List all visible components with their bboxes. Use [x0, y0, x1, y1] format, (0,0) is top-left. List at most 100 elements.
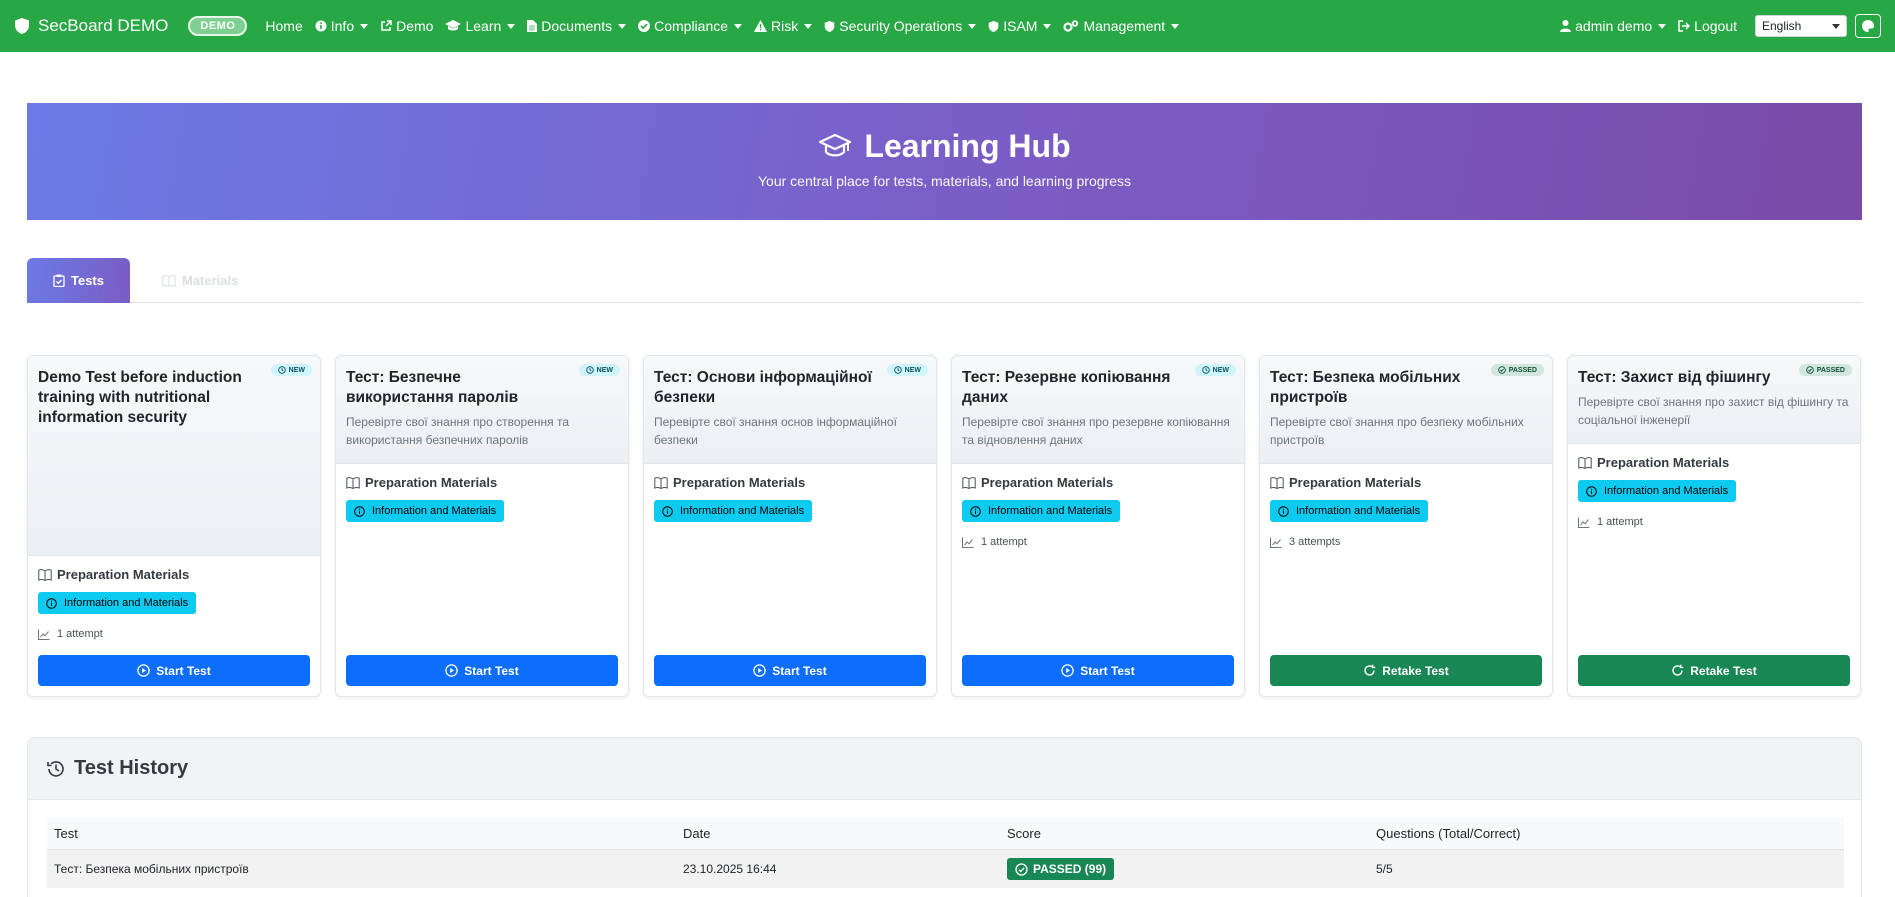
nav-documents[interactable]: Documents	[527, 18, 627, 34]
graduation-cap-icon	[445, 20, 462, 31]
chevron-down-icon	[507, 23, 516, 29]
information-materials-button[interactable]: Information and Materials	[346, 500, 505, 522]
information-materials-label: Information and Materials	[988, 505, 1113, 517]
language-select[interactable]: English	[1755, 15, 1847, 37]
status-badge-text: NEW	[288, 366, 305, 374]
nav-info[interactable]: Info	[315, 18, 369, 34]
information-materials-label: Information and Materials	[680, 505, 805, 517]
attempts-count: 1 attempt	[1578, 516, 1850, 528]
start-test-button[interactable]: Start Test	[962, 655, 1234, 686]
clock-icon	[1201, 366, 1210, 374]
nav-security-operations-label: Security Operations	[839, 18, 963, 34]
table-row: Тест: Безпека мобільних пристроїв 23.10.…	[47, 850, 1844, 888]
status-badge-text: NEW	[596, 366, 613, 374]
test-history-header: Test History	[28, 738, 1861, 800]
test-card: NEW Demo Test before induction training w…	[27, 355, 321, 697]
cogs-icon	[1063, 20, 1079, 32]
nav-home[interactable]: Home	[265, 18, 302, 34]
action-button-label: Start Test	[1080, 663, 1135, 678]
tab-materials[interactable]: Materials	[162, 258, 238, 303]
nav-compliance-label: Compliance	[654, 18, 729, 34]
preparation-materials-label: Preparation Materials	[673, 475, 806, 490]
cell-score: PASSED (99)	[1007, 858, 1115, 880]
test-history-table: Test Date Score Questions (Total/Correct…	[47, 818, 1844, 888]
preparation-materials-label: Preparation Materials	[365, 475, 498, 490]
information-materials-button[interactable]: Information and Materials	[962, 500, 1121, 522]
attempts-text: 3 attempts	[1289, 536, 1341, 548]
information-materials-label: Information and Materials	[64, 597, 189, 609]
info-circle-icon	[354, 505, 365, 517]
preparation-materials-label: Preparation Materials	[981, 475, 1114, 490]
nav-learn[interactable]: Learn	[445, 18, 516, 34]
information-materials-button[interactable]: Information and Materials	[38, 592, 197, 614]
info-circle-icon	[315, 20, 327, 32]
clock-icon	[277, 366, 286, 374]
play-circle-icon	[753, 664, 767, 677]
shield-icon	[824, 20, 835, 32]
start-test-button[interactable]: Start Test	[654, 655, 926, 686]
language-value: English	[1762, 19, 1802, 33]
nav-management[interactable]: Management	[1063, 18, 1180, 34]
column-header-questions[interactable]: Questions (Total/Correct)	[1376, 826, 1521, 841]
nav-risk-label: Risk	[771, 18, 799, 34]
brand[interactable]: SecBoard DEMO	[14, 16, 168, 36]
information-materials-button[interactable]: Information and Materials	[1578, 480, 1737, 502]
preparation-materials-heading: Preparation Materials	[1270, 475, 1542, 490]
attempts-text: 1 attempt	[1597, 516, 1643, 528]
preparation-materials-heading: Preparation Materials	[654, 475, 926, 490]
table-header-row: Test Date Score Questions (Total/Correct…	[47, 818, 1844, 850]
preparation-materials-heading: Preparation Materials	[346, 475, 618, 490]
logout-link[interactable]: Logout	[1678, 18, 1737, 34]
information-materials-button[interactable]: Information and Materials	[654, 500, 813, 522]
external-link-icon	[381, 20, 392, 31]
shield-icon	[988, 20, 999, 32]
hero-subtitle: Your central place for tests, materials,…	[757, 173, 1131, 189]
column-header-test[interactable]: Test	[54, 826, 78, 841]
user-icon	[1560, 20, 1572, 32]
score-text: PASSED (99)	[1033, 862, 1107, 876]
card-header: PASSED Тест: Захист від фішингу Перевірте …	[1568, 356, 1860, 444]
information-materials-button[interactable]: Information and Materials	[1270, 500, 1429, 522]
nav-demo[interactable]: Demo	[380, 18, 433, 34]
play-circle-icon	[445, 664, 459, 677]
theme-toggle-button[interactable]	[1855, 14, 1881, 38]
status-badge: NEW	[578, 364, 620, 376]
user-menu[interactable]: admin demo	[1560, 18, 1667, 34]
start-test-button[interactable]: Start Test	[38, 655, 310, 686]
status-badge: NEW	[270, 364, 312, 376]
card-header: NEW Тест: Резервне копіювання даних Переві…	[952, 356, 1244, 464]
retake-test-button[interactable]: Retake Test	[1270, 655, 1542, 686]
status-badge: PASSED	[1798, 364, 1852, 376]
logout-label: Logout	[1694, 18, 1737, 34]
chevron-down-icon	[1043, 23, 1052, 29]
book-icon	[38, 568, 52, 581]
tab-tests[interactable]: Tests	[27, 258, 130, 303]
card-title: Тест: Резервне копіювання даних	[962, 369, 1171, 406]
start-test-button[interactable]: Start Test	[346, 655, 618, 686]
information-materials-label: Information and Materials	[1296, 505, 1421, 517]
attempts-count: 3 attempts	[1270, 536, 1542, 548]
column-header-score[interactable]: Score	[1007, 826, 1041, 841]
nav-compliance[interactable]: Compliance	[638, 18, 743, 34]
check-circle-icon	[1805, 366, 1814, 374]
nav-security-operations[interactable]: Security Operations	[824, 18, 977, 34]
nav-risk[interactable]: Risk	[754, 18, 813, 34]
nav-isam[interactable]: ISAM	[988, 18, 1052, 34]
palette-icon	[1862, 20, 1874, 32]
user-name: admin demo	[1575, 18, 1653, 34]
column-header-date[interactable]: Date	[683, 826, 710, 841]
shield-icon	[15, 18, 29, 34]
graduation-cap-icon	[819, 133, 852, 156]
preparation-materials-label: Preparation Materials	[1289, 475, 1422, 490]
chevron-down-icon	[804, 23, 813, 29]
cell-date: 23.10.2025 16:44	[683, 862, 777, 876]
retake-test-button[interactable]: Retake Test	[1578, 655, 1850, 686]
nav-home-label: Home	[265, 18, 303, 34]
warning-triangle-icon	[754, 20, 768, 32]
score-badge: PASSED (99)	[1007, 858, 1115, 880]
card-description: Перевірте свої знання про створення та в…	[346, 415, 569, 447]
chevron-down-icon	[1171, 23, 1180, 29]
nav-isam-label: ISAM	[1003, 18, 1038, 34]
test-card: NEW Тест: Резервне копіювання даних Переві…	[951, 355, 1245, 697]
attempts-count: 1 attempt	[962, 536, 1234, 548]
